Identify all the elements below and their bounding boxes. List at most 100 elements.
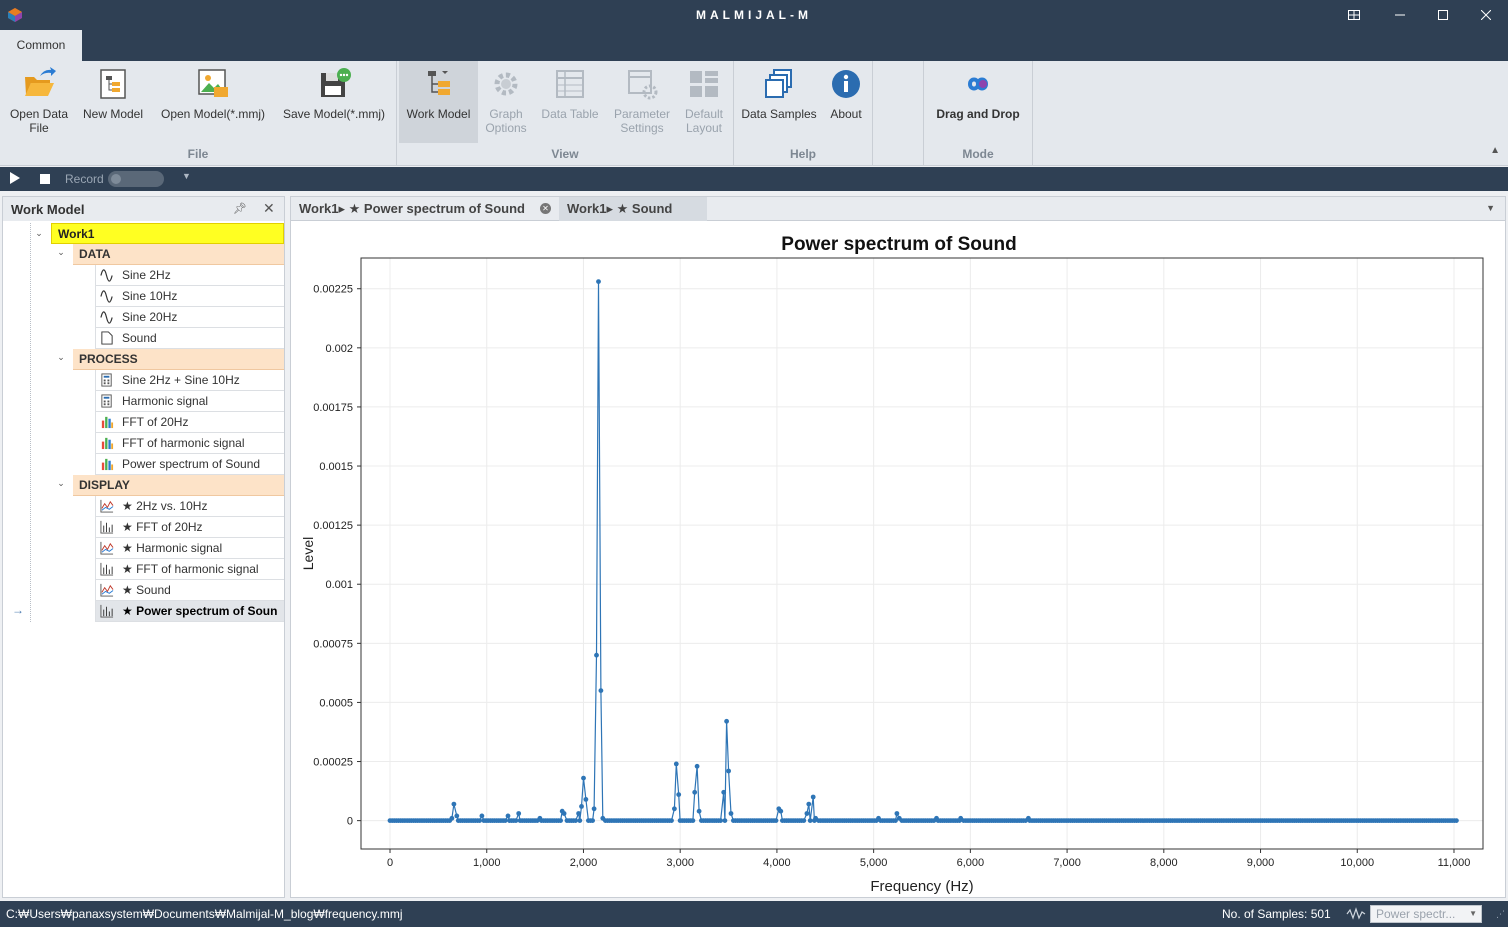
tree-item[interactable]: Power spectrum of Sound (95, 454, 284, 475)
stop-icon[interactable] (40, 174, 50, 184)
tree-guide-line (30, 223, 31, 622)
data-point (579, 804, 584, 809)
tab-list-dropdown-icon[interactable]: ▼ (1486, 203, 1495, 213)
tree-category-data[interactable]: DATA (73, 244, 284, 265)
data-point (728, 811, 734, 816)
data-table-button[interactable]: Data Table (536, 61, 604, 151)
tree-item[interactable]: ★ Sound (95, 580, 284, 601)
collapse-category-icon[interactable]: ⌄ (55, 247, 67, 258)
tree-item[interactable]: ★ 2Hz vs. 10Hz (95, 496, 284, 517)
tree-item[interactable]: ★ Harmonic signal (95, 538, 284, 559)
tree-item-label: ★ 2Hz vs. 10Hz (122, 499, 208, 513)
data-point (583, 797, 589, 802)
ribbon: Open Data File New Model Open Model(*.mmj… (0, 61, 1508, 166)
close-window-button[interactable] (1474, 5, 1498, 25)
about-label: About (830, 107, 862, 121)
data-point (573, 818, 578, 823)
record-dropdown-icon[interactable]: ▼ (182, 171, 191, 181)
open-model-icon (198, 69, 228, 97)
minimize-button[interactable] (1388, 5, 1412, 25)
tree-item[interactable]: Harmonic signal (95, 391, 284, 412)
collapse-category-icon[interactable]: ⌄ (55, 352, 67, 363)
file-path: C:₩Users₩panaxsystem₩Documents₩Malmijal-… (6, 907, 403, 921)
record-bar: Record ▼ (0, 167, 1508, 191)
tree-item[interactable]: FFT of harmonic signal (95, 433, 284, 454)
settings-window-icon (628, 70, 658, 100)
save-model-button[interactable]: Save Model(*.mmj) (278, 61, 390, 151)
chevron-down-icon: ▼ (1469, 909, 1477, 918)
tree-item[interactable]: FFT of 20Hz (95, 412, 284, 433)
power-spectrum-chart[interactable]: 0 1,000 2,000 3,000 4,000 5,000 6,000 7,000 8,00… (291, 221, 1505, 897)
pin-icon[interactable]: 📌︎ (233, 202, 247, 215)
graph-options-button[interactable]: Graph Options (478, 61, 534, 151)
data-samples-button[interactable]: Data Samples (738, 61, 820, 151)
default-layout-button[interactable]: Default Layout (676, 61, 732, 151)
tree-item-label: FFT of harmonic signal (122, 436, 245, 450)
tab-label: Work1▸ ★ Sound (567, 201, 673, 216)
parameter-settings-button[interactable]: Parameter Settings (610, 61, 674, 151)
stack-icon (765, 69, 792, 98)
data-point (516, 811, 522, 816)
tab-label: Work1▸ ★ Power spectrum of Sound (299, 201, 525, 216)
data-point (477, 818, 482, 823)
data-table-label: Data Table (541, 107, 599, 121)
tab-power-spectrum[interactable]: Work1▸ ★ Power spectrum of Sound ✕ (291, 197, 559, 221)
tree-item-label: Sine 20Hz (122, 310, 178, 324)
tree-item[interactable]: ★ Power spectrum of Soun (95, 601, 284, 622)
minimize-icon (1395, 14, 1405, 16)
data-point (1454, 818, 1459, 823)
record-toggle[interactable] (108, 171, 164, 187)
restore-layout-button[interactable] (1342, 5, 1366, 25)
close-panel-icon[interactable]: ✕ (263, 200, 275, 217)
tree-item[interactable]: Sine 2Hz + Sine 10Hz (95, 370, 284, 391)
tab-common[interactable]: Common (0, 30, 82, 61)
data-point (454, 813, 460, 819)
tree-item[interactable]: Sine 20Hz (95, 307, 284, 328)
maximize-button[interactable] (1431, 5, 1455, 25)
tree-item[interactable]: ★ FFT of harmonic signal (95, 559, 284, 580)
display-select-value: Power spectr... (1376, 907, 1456, 921)
parameter-settings-label-2: Settings (620, 121, 664, 135)
resize-grip-icon[interactable]: ⋰ (1496, 909, 1505, 920)
save-model-label: Save Model(*.mmj) (282, 107, 386, 121)
tree-item[interactable]: Sine 10Hz (95, 286, 284, 307)
ribbon-collapse-icon[interactable]: ▲ (1490, 145, 1500, 156)
data-point (726, 768, 731, 774)
close-tab-icon[interactable]: ✕ (540, 203, 551, 214)
status-bar: C:₩Users₩panaxsystem₩Documents₩Malmijal-… (0, 901, 1508, 927)
x-tick-label: 1,000 (473, 857, 501, 869)
tree-root-work1[interactable]: Work1 (51, 223, 284, 244)
tree-item[interactable]: Sound (95, 328, 284, 349)
open-model-button[interactable]: Open Model(*.mmj) (154, 61, 272, 151)
ribbon-group-help-label: Help (789, 147, 816, 161)
drag-and-drop-button[interactable]: Drag and Drop (926, 61, 1030, 151)
data-point (672, 806, 677, 812)
about-button[interactable]: About (822, 61, 870, 151)
data-point (692, 789, 698, 795)
default-layout-label-2: Layout (685, 121, 723, 135)
data-point (513, 818, 519, 823)
collapse-work1-icon[interactable]: ⌄ (33, 228, 45, 239)
folder-open-icon (25, 67, 56, 96)
sample-count: No. of Samples: 501 (1222, 907, 1331, 921)
tree-category-display[interactable]: DISPLAY (73, 475, 284, 496)
new-model-button[interactable]: New Model (78, 61, 148, 151)
y-tick-label: 0.0005 (319, 697, 353, 709)
tree-item[interactable]: Sine 2Hz (95, 265, 284, 286)
open-data-file-button[interactable]: Open Data File (4, 61, 74, 151)
display-select[interactable]: Power spectr... ▼ (1370, 905, 1482, 923)
tree-item-label: Sound (122, 331, 157, 345)
data-point (479, 813, 485, 819)
tab-sound[interactable]: Work1▸ ★ Sound (559, 197, 707, 221)
x-tick-label: 2,000 (570, 857, 598, 869)
tree-category-process[interactable]: PROCESS (73, 349, 284, 370)
work-model-button[interactable]: Work Model (399, 61, 478, 143)
y-tick-label: 0.00125 (313, 520, 353, 532)
collapse-category-icon[interactable]: ⌄ (55, 478, 67, 489)
tree-item[interactable]: ★ FFT of 20Hz (95, 517, 284, 538)
x-tick-label: 3,000 (666, 857, 694, 869)
sine-wave-icon (100, 269, 113, 282)
new-model-label: New Model (82, 107, 144, 121)
play-icon[interactable] (10, 172, 20, 184)
data-point (694, 763, 700, 769)
